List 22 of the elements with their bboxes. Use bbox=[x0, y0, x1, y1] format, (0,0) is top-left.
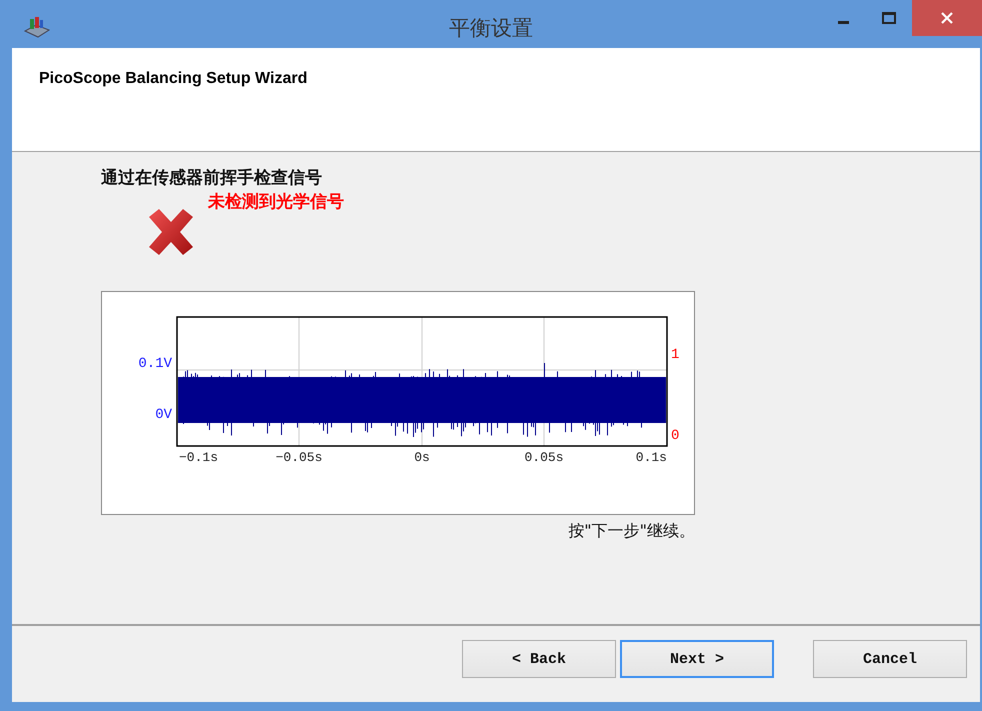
status-message: 未检测到光学信号 bbox=[208, 191, 344, 213]
hint-text: 按"下一步"继续。 bbox=[568, 521, 695, 542]
instruction-text: 通过在传感器前挥手检查信号 bbox=[101, 167, 322, 189]
x-axis-label: −0.05s bbox=[276, 450, 322, 465]
window-title: 平衡设置 bbox=[449, 16, 533, 40]
app-icon bbox=[24, 16, 50, 38]
y-axis-label: 0 bbox=[671, 428, 680, 444]
close-button[interactable] bbox=[912, 0, 982, 36]
y-axis-label: 1 bbox=[671, 347, 680, 363]
wizard-title: PicoScope Balancing Setup Wizard bbox=[39, 70, 308, 87]
x-axis-label: −0.1s bbox=[179, 450, 218, 465]
cancel-button[interactable]: Cancel bbox=[813, 640, 967, 678]
next-button[interactable]: Next > bbox=[620, 640, 774, 678]
y-axis-label: 0.1V bbox=[138, 356, 172, 372]
minimize-icon bbox=[838, 21, 848, 24]
close-icon bbox=[941, 12, 953, 24]
back-button[interactable]: < Back bbox=[462, 640, 616, 678]
x-axis-label: 0.05s bbox=[524, 450, 564, 465]
maximize-icon bbox=[882, 12, 896, 24]
y-axis-label: 0V bbox=[155, 407, 172, 423]
x-axis-label: 0s bbox=[414, 450, 430, 465]
x-axis-label: 0.1s bbox=[636, 450, 667, 465]
